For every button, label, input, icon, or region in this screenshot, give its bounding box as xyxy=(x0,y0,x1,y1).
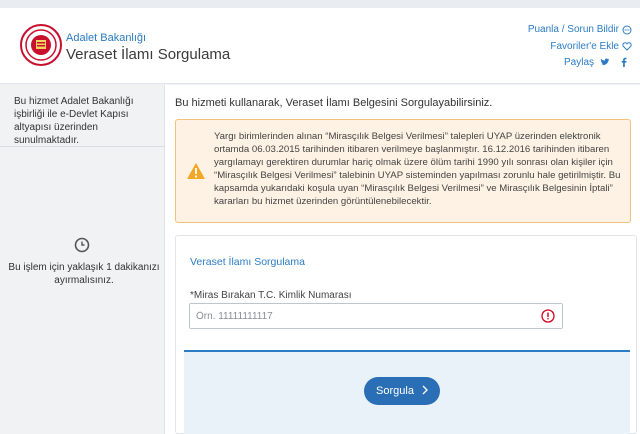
twitter-icon[interactable] xyxy=(597,54,613,70)
tc-field-wrapper xyxy=(189,303,563,329)
service-info: Bu hizmet Adalet Bakanlığı işbirliği ile… xyxy=(0,85,164,147)
tc-field-label: *Miras Bırakan T.C. Kimlik Numarası xyxy=(190,290,352,301)
warning-icon xyxy=(186,162,206,185)
rate-report-link[interactable]: Puanla / Sorun Bildir xyxy=(528,24,632,35)
ministry-logo[interactable] xyxy=(20,24,62,66)
query-form: Veraset İlamı Sorgulama *Miras Bırakan T… xyxy=(175,235,637,434)
warning-box: Yargı birimlerinden alınan “Mirasçılık B… xyxy=(175,119,631,223)
add-favorites-link[interactable]: Favoriler'e Ekle xyxy=(550,41,632,52)
rate-report-label: Puanla / Sorun Bildir xyxy=(527,24,619,35)
main-content: Bu hizmeti kullanarak, Veraset İlamı Bel… xyxy=(165,85,640,434)
share-label: Paylaş xyxy=(563,56,594,68)
time-notice: Bu işlem için yaklaşık 1 dakikanızı ayır… xyxy=(8,262,160,286)
comment-icon xyxy=(622,25,632,35)
intro-text: Bu hizmeti kullanarak, Veraset İlamı Bel… xyxy=(175,97,493,109)
sidebar: Bu hizmet Adalet Bakanlığı işbirliği ile… xyxy=(0,85,165,434)
clock-icon xyxy=(74,237,90,258)
tc-kimlik-input[interactable] xyxy=(190,304,530,328)
share-bar: Paylaş xyxy=(564,54,632,70)
form-actions: Sorgula xyxy=(184,350,630,434)
top-strip xyxy=(0,0,640,8)
heart-icon xyxy=(622,42,632,51)
chevron-right-icon xyxy=(422,385,428,398)
page-title: Veraset İlamı Sorgulama xyxy=(66,46,231,63)
submit-label: Sorgula xyxy=(376,385,414,397)
page-header: Adalet Bakanlığı Veraset İlamı Sorgulama… xyxy=(0,8,640,84)
facebook-icon[interactable] xyxy=(616,54,632,70)
warning-text: Yargı birimlerinden alınan “Mirasçılık B… xyxy=(214,131,621,207)
agency-name[interactable]: Adalet Bakanlığı xyxy=(66,32,146,44)
error-icon xyxy=(541,309,555,328)
form-title: Veraset İlamı Sorgulama xyxy=(190,256,305,268)
add-favorites-label: Favoriler'e Ekle xyxy=(550,41,619,52)
submit-button[interactable]: Sorgula xyxy=(364,377,440,405)
